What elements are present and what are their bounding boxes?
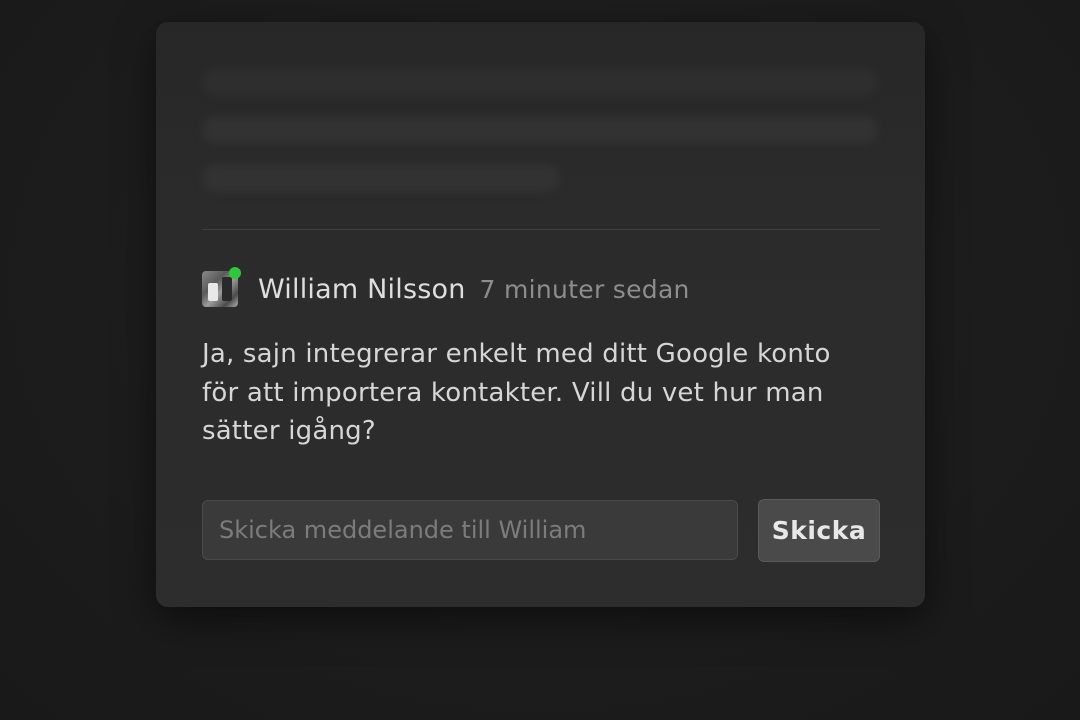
author-name[interactable]: William Nilsson [258, 274, 466, 305]
comment-body: Ja, sajn integrerar enkelt med ditt Goog… [202, 339, 831, 446]
divider [202, 229, 880, 230]
online-status-icon [229, 267, 241, 279]
comment-card: William Nilsson 7 minuter sedan Ja, sajn… [156, 22, 925, 607]
page-background: William Nilsson 7 minuter sedan Ja, sajn… [0, 0, 1080, 720]
message-input[interactable] [202, 500, 738, 560]
blurred-previous-content [202, 68, 878, 96]
comment-timestamp: 7 minuter sedan [479, 274, 690, 304]
comment-header: William Nilsson 7 minuter sedan [202, 267, 690, 308]
blurred-previous-content [202, 164, 560, 192]
send-button[interactable]: Skicka [758, 499, 880, 562]
blurred-previous-content [202, 116, 878, 144]
avatar[interactable] [202, 267, 241, 307]
